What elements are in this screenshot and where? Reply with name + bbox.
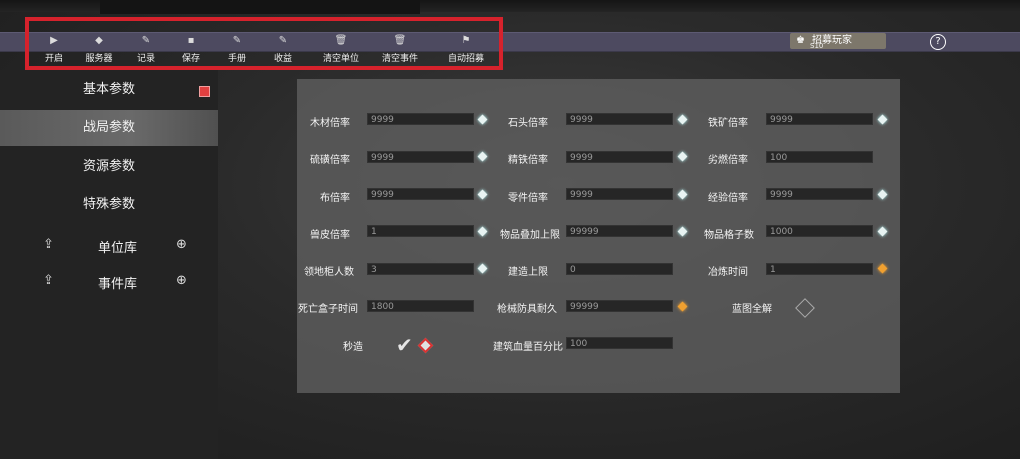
nav-basic-params[interactable]: 基本参数 [0,72,218,108]
iron-rate-label: 铁矿倍率 [708,118,748,129]
fine-iron-rate-input[interactable]: 9999 [566,151,673,163]
sulfur-rate-label: 硫磺倍率 [310,155,350,166]
unit-library-row[interactable]: ⇪ 单位库 ⊕ [0,232,218,258]
slot-count-input[interactable]: 1000 [766,225,873,237]
toolbar-highlight-frame [25,17,503,70]
nav-resource-params[interactable]: 资源参数 [0,149,218,185]
build-limit-input[interactable]: 0 [566,263,673,275]
wood-rate-label: 木材倍率 [310,118,350,129]
unit-library-label: 单位库 [98,241,138,256]
cabinet-count-label: 领地柜人数 [304,267,354,278]
cloth-rate-input[interactable]: 9999 [367,188,474,200]
durability-input[interactable]: 99999 [566,300,673,312]
basic-params-marker [199,86,210,97]
recruit-count: S10 [810,42,824,50]
cabinet-count-input[interactable]: 3 [367,263,474,275]
event-library-label: 事件库 [98,277,138,292]
recruit-players-button[interactable]: ♚ S10 招募玩家 [790,33,886,50]
event-library-row[interactable]: ⇪ 事件库 ⊕ [0,268,218,294]
stone-rate-input[interactable]: 9999 [566,113,673,125]
title-strip [100,0,420,14]
sulfur-rate-input[interactable]: 9999 [367,151,474,163]
stack-limit-label: 物品叠加上限 [500,230,560,241]
inferior-fuel-rate-label: 劣燃倍率 [708,155,748,166]
nav-battle-params[interactable]: 战局参数 [0,110,218,146]
slot-count-label: 物品格子数 [704,230,754,241]
durability-label: 枪械防具耐久 [497,304,557,315]
building-hp-input[interactable]: 100 [566,337,673,349]
blueprint-unlock-label: 蓝图全解 [732,304,772,315]
cloth-rate-label: 布倍率 [320,193,350,204]
build-limit-label: 建造上限 [508,267,548,278]
smelt-time-input[interactable]: 1 [766,263,873,275]
exp-rate-input[interactable]: 9999 [766,188,873,200]
upload-icon[interactable]: ⇪ [43,237,54,252]
hide-rate-input[interactable]: 1 [367,225,474,237]
recruit-icon: ♚ [796,35,805,46]
hide-rate-label: 兽皮倍率 [310,230,350,241]
add-folder-icon[interactable]: ⊕ [176,237,187,252]
building-hp-label: 建筑血量百分比 [493,342,563,353]
instant-build-checkbox[interactable]: ✔ [396,333,413,357]
parts-rate-label: 零件倍率 [508,193,548,204]
exp-rate-label: 经验倍率 [708,193,748,204]
help-icon[interactable]: ? [930,34,946,50]
iron-rate-input[interactable]: 9999 [766,113,873,125]
stone-rate-label: 石头倍率 [508,118,548,129]
instant-build-label: 秒造 [343,342,363,353]
stack-limit-input[interactable]: 99999 [566,225,673,237]
wood-rate-input[interactable]: 9999 [367,113,474,125]
add-folder-icon[interactable]: ⊕ [176,273,187,288]
parts-rate-input[interactable]: 9999 [566,188,673,200]
nav-special-params[interactable]: 特殊参数 [0,187,218,223]
fine-iron-rate-label: 精铁倍率 [508,155,548,166]
inferior-fuel-rate-input[interactable]: 100 [766,151,873,163]
death-box-time-label: 死亡盒子时间 [298,304,358,315]
smelt-time-label: 冶炼时间 [708,267,748,278]
upload-icon[interactable]: ⇪ [43,273,54,288]
death-box-time-input[interactable]: 1800 [367,300,474,312]
